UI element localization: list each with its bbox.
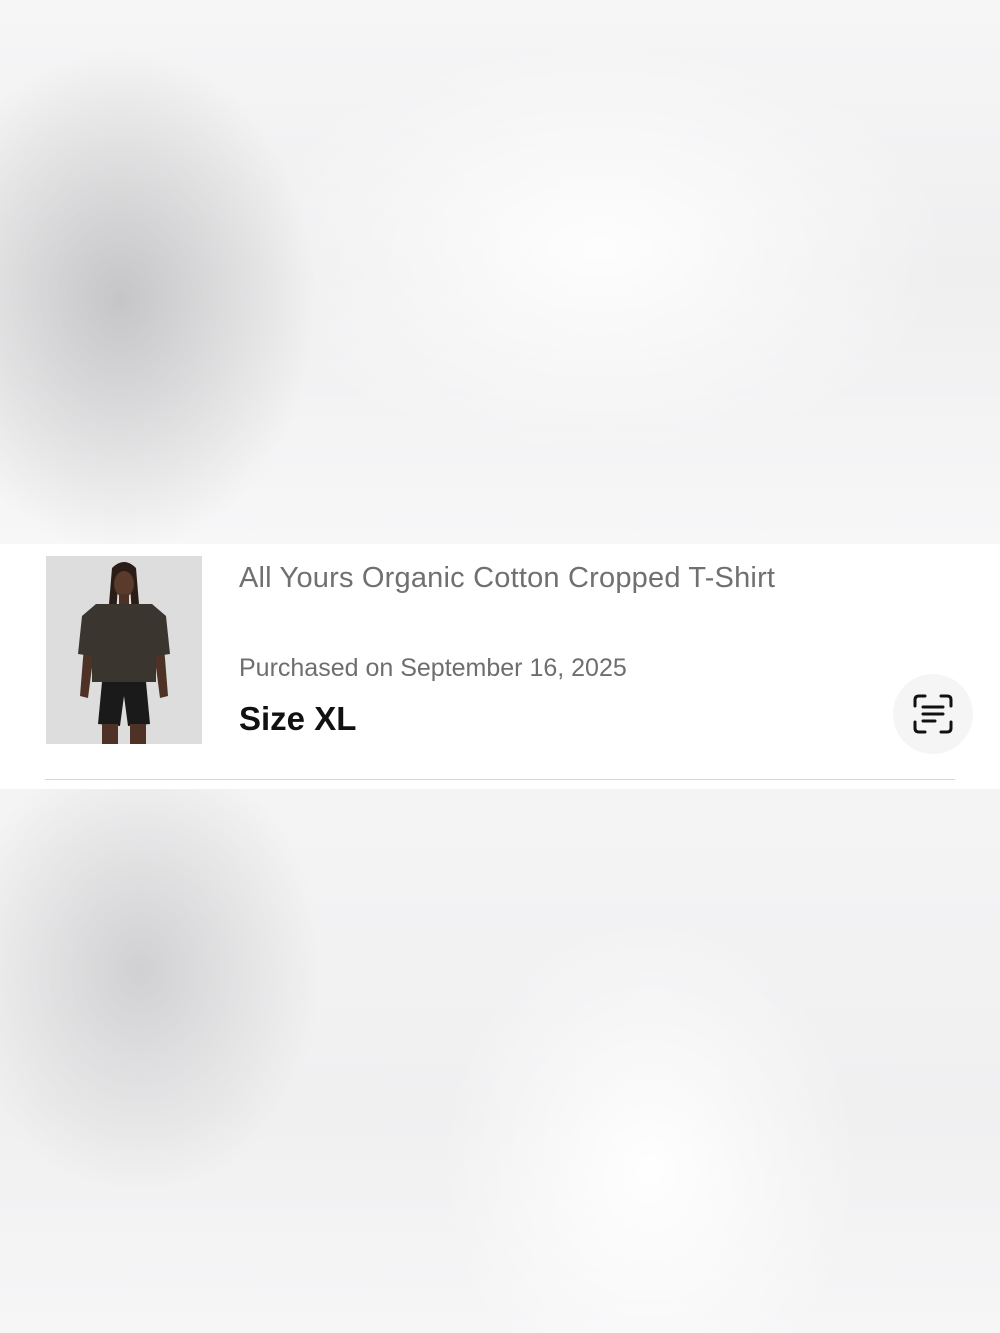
scan-text-icon: [913, 694, 953, 734]
product-thumbnail[interactable]: [46, 556, 202, 744]
blurred-background-bottom: [0, 789, 1000, 1333]
product-title: All Yours Organic Cotton Cropped T-Shirt: [239, 562, 776, 594]
scan-text-button[interactable]: [893, 674, 973, 754]
product-size: Size XL: [239, 700, 357, 737]
product-photo-icon: [46, 556, 202, 744]
purchase-item-card[interactable]: All Yours Organic Cotton Cropped T-Shirt…: [0, 544, 1000, 789]
blurred-background-top: [0, 0, 1000, 544]
purchase-date: Purchased on September 16, 2025: [239, 654, 627, 682]
divider: [45, 779, 955, 780]
